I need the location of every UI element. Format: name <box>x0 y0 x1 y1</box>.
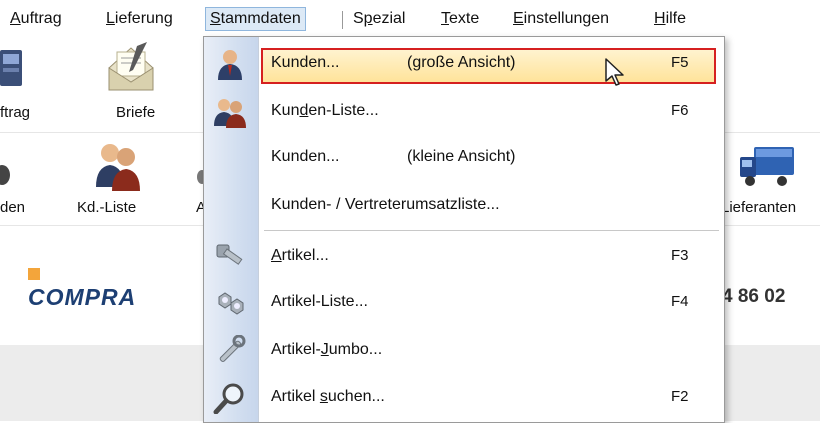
kd-liste-label[interactable]: Kd.-Liste <box>77 199 136 216</box>
person-icon <box>213 48 247 80</box>
menu-lieferung-mnemonic: L <box>106 10 115 27</box>
label-rest: umbo... <box>328 341 383 358</box>
bolt-icon <box>213 241 247 273</box>
menu-einstellungen-mnemonic: E <box>513 10 524 27</box>
stammdaten-dropdown: Kunden... (große Ansicht) F5 Kunden-List… <box>203 36 725 423</box>
menu-einstellungen[interactable]: Einstellungen <box>509 8 613 30</box>
label-mnemonic: J <box>320 341 329 358</box>
menu-stammdaten-rest: tammdaten <box>220 10 301 27</box>
label-mnemonic: s <box>319 388 328 405</box>
menu-item-shortcut: F4 <box>671 293 689 310</box>
briefe-icon[interactable] <box>103 40 159 101</box>
menu-item-shortcut: F5 <box>671 54 689 71</box>
nuts-icon <box>213 287 247 319</box>
menu-lieferung[interactable]: Lieferung <box>102 8 177 30</box>
menu-auftrag-mnemonic: A <box>10 10 21 27</box>
menu-item-artikel-liste[interactable]: Artikel-Liste... F4 <box>204 282 724 324</box>
menu-item-label: Kunden... <box>271 148 340 165</box>
menu-spezial-rest: ezial <box>372 10 406 27</box>
kd-liste-icon[interactable] <box>92 139 142 196</box>
label-rest: rtikel... <box>281 247 329 264</box>
menu-item-kunden-liste[interactable]: Kunden-Liste... F6 <box>204 91 724 133</box>
menu-item-kunden-gross[interactable]: Kunden... (große Ansicht) F5 <box>204 43 724 85</box>
auftrag-icon[interactable] <box>0 46 26 97</box>
label-pre: Artikel <box>271 388 320 405</box>
menu-bar: Auftrag Lieferung Stammdaten Spezial Tex… <box>0 0 820 39</box>
menu-item-shortcut: F6 <box>671 102 689 119</box>
label-rest: uchen... <box>327 388 385 405</box>
menu-item-kunden-klein[interactable]: Kunden... (kleine Ansicht) <box>204 137 724 179</box>
menu-spezial-mnemonic: p <box>363 10 373 27</box>
menu-stammdaten-mnemonic: S <box>210 10 221 27</box>
menu-item-label: Artikel-Liste... <box>271 293 368 310</box>
menu-spezial[interactable]: Spezial <box>349 8 409 30</box>
menu-texte-mnemonic: T <box>441 10 449 27</box>
menu-texte[interactable]: Texte <box>437 8 483 30</box>
menu-item-label: Kunden... <box>271 54 340 71</box>
magnifier-icon <box>213 382 247 415</box>
menu-item-label: Kunden- / Vertreterumsatzliste... <box>271 196 500 213</box>
menu-item-sublabel: (große Ansicht) <box>407 54 516 71</box>
truck-icon[interactable] <box>738 145 796 196</box>
kunden-icon[interactable] <box>0 163 10 198</box>
wrench-icon <box>213 334 247 367</box>
menu-texte-rest: exte <box>449 10 480 27</box>
label-pre: Kun <box>271 102 300 119</box>
compra-logo: COMPRA <box>28 284 137 310</box>
briefe-label[interactable]: Briefe <box>116 104 155 121</box>
label-mnemonic: A <box>271 247 282 264</box>
mouse-cursor-icon <box>604 57 626 92</box>
dropdown-separator <box>264 230 719 231</box>
label-pre: Artikel- <box>271 341 321 358</box>
lieferanten-label[interactable]: Lieferanten <box>721 199 796 216</box>
menu-item-label: Kunden-Liste... <box>271 102 379 120</box>
menu-einstellungen-rest: instellungen <box>523 10 610 27</box>
phone-number-fragment: 4 86 02 <box>722 286 786 307</box>
label-rest: en-Liste... <box>308 102 379 119</box>
people-icon <box>213 96 247 128</box>
menu-lieferung-rest: ieferung <box>114 10 173 27</box>
menu-item-vertreterumsatzliste[interactable]: Kunden- / Vertreterumsatzliste... <box>204 185 724 227</box>
menu-item-label: Artikel-Jumbo... <box>271 341 382 359</box>
menu-item-artikel-suchen[interactable]: Artikel suchen... F2 <box>204 377 724 419</box>
menu-spezial-pre: S <box>353 10 364 27</box>
menu-item-label: Artikel... <box>271 247 329 265</box>
menu-auftrag[interactable]: Auftrag <box>6 8 66 30</box>
menu-item-sublabel: (kleine Ansicht) <box>407 148 516 165</box>
menu-item-label: Artikel suchen... <box>271 388 385 406</box>
menu-item-shortcut: F3 <box>671 247 689 264</box>
menu-item-shortcut: F2 <box>671 388 689 405</box>
menu-hilfe[interactable]: Hilfe <box>650 8 690 30</box>
menu-stammdaten[interactable]: Stammdaten <box>205 7 306 31</box>
kunden-label[interactable]: den <box>0 199 25 216</box>
menu-item-artikel[interactable]: Artikel... F3 <box>204 236 724 278</box>
auftrag-label[interactable]: ftrag <box>0 104 30 121</box>
menu-item-artikel-jumbo[interactable]: Artikel-Jumbo... <box>204 330 724 372</box>
menu-separator <box>342 11 343 29</box>
menu-hilfe-mnemonic: H <box>654 10 666 27</box>
menu-hilfe-rest: ilfe <box>665 10 687 27</box>
menu-auftrag-rest: uftrag <box>20 10 62 27</box>
